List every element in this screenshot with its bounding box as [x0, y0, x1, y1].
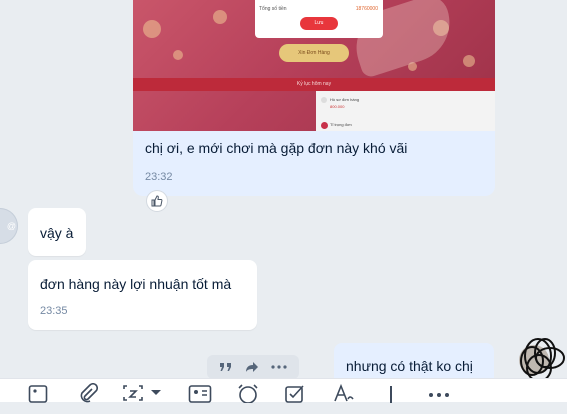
message-actions — [207, 355, 299, 378]
avatar[interactable]: @ — [0, 208, 18, 244]
message-text: nhưng có thật ko chị — [346, 358, 473, 374]
message-text: đơn hàng này lợi nhuận tốt mà — [40, 276, 232, 292]
forward-icon[interactable] — [245, 361, 259, 373]
contact-card-icon[interactable] — [188, 383, 212, 405]
chat-area: Tổng số tiền 18760000 Lưu Xin Đơn Hàng K… — [0, 0, 567, 378]
more-icon[interactable] — [271, 365, 287, 369]
outgoing-message[interactable]: nhưng có thật ko chị — [334, 343, 494, 378]
incoming-message[interactable]: đơn hàng này lợi nhuận tốt mà 23:35 — [28, 260, 257, 330]
attach-icon[interactable] — [78, 383, 98, 405]
reminder-icon[interactable] — [236, 383, 260, 405]
avatar[interactable] — [512, 328, 566, 378]
cursor-icon[interactable] — [386, 383, 396, 405]
chevron-down-icon[interactable] — [150, 389, 162, 411]
screenshot-dialog: Tổng số tiền 18760000 Lưu — [255, 0, 383, 38]
attached-screenshot[interactable]: Tổng số tiền 18760000 Lưu Xin Đơn Hàng K… — [133, 0, 495, 131]
message-time: 23:35 — [40, 305, 68, 317]
screenshot-icon[interactable] — [122, 383, 144, 405]
quote-icon[interactable] — [219, 361, 233, 373]
thumbs-up-icon[interactable] — [147, 191, 167, 211]
screenshot-strip: Kỷ lục hôm nay — [133, 78, 495, 91]
outgoing-message-image[interactable]: Tổng số tiền 18760000 Lưu Xin Đơn Hàng K… — [133, 0, 495, 196]
screenshot-gold-button: Xin Đơn Hàng — [279, 44, 349, 62]
composer-toolbar — [0, 378, 567, 405]
screenshot-confirm-button: Lưu — [300, 17, 338, 30]
text-format-icon[interactable] — [333, 383, 355, 405]
cursor-icon[interactable] — [0, 383, 4, 405]
message-text: vậy à — [40, 225, 74, 241]
screenshot-list: Hồ sơ đơn hàng 800.000 Tỉ trọng đơn — [316, 91, 495, 131]
message-time: 23:32 — [145, 171, 173, 183]
message-text: chị ơi, e mới chơi mà gặp đơn này khó vã… — [145, 140, 408, 156]
incoming-message[interactable]: vậy à — [28, 208, 86, 256]
image-icon[interactable] — [28, 383, 48, 405]
task-icon[interactable] — [284, 383, 308, 405]
more-icon[interactable] — [428, 392, 450, 414]
